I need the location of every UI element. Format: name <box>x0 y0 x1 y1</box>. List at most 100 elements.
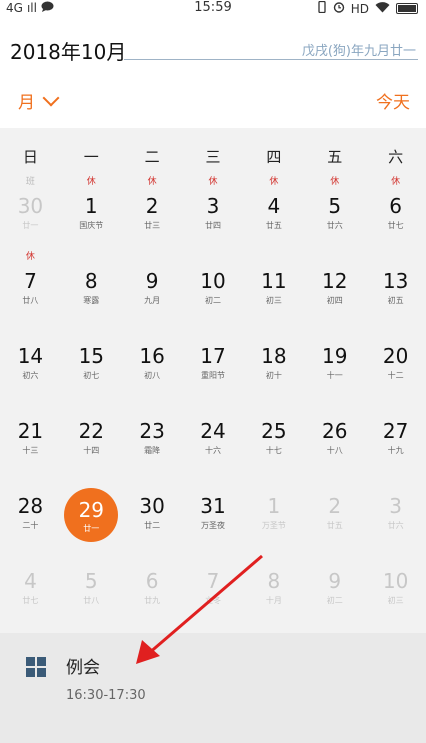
calendar-day[interactable]: 13 初五 <box>365 243 426 318</box>
calendar-day[interactable]: 休 2 廿三 <box>122 168 183 243</box>
calendar-day[interactable]: 10 初二 <box>183 243 244 318</box>
calendar-week-row: 21 十三 22 十四 23 霜降 24 十六 25 十七 26 十八 27 十九 <box>0 393 426 468</box>
day-number: 4 <box>24 569 37 593</box>
lunar-day: 重阳节 <box>201 371 225 380</box>
day-number: 6 <box>389 194 402 218</box>
calendar-day[interactable]: 7 立冬 <box>183 543 244 618</box>
lunar-day: 廿八 <box>22 296 39 305</box>
calendar-day[interactable]: 20 十二 <box>365 318 426 393</box>
calendar-day[interactable]: 23 霜降 <box>122 393 183 468</box>
lunar-day: 廿一 <box>22 221 39 230</box>
header-divider <box>124 59 418 60</box>
lunar-day: 二十 <box>22 521 39 530</box>
day-number: 31 <box>200 494 226 518</box>
calendar-header: 2018年10月 戊戌(狗)年九月廿一 <box>0 28 426 72</box>
lunar-day: 廿九 <box>144 596 161 605</box>
lunar-day: 初四 <box>326 296 343 305</box>
lunar-day: 初五 <box>387 296 404 305</box>
lunar-day: 国庆节 <box>79 221 104 230</box>
lunar-day: 廿六 <box>387 521 404 530</box>
view-mode-label: 月 <box>18 93 35 113</box>
day-number: 22 <box>78 419 105 443</box>
calendar-day[interactable]: 休 7 廿八 <box>0 243 61 318</box>
event-title[interactable]: 例会 <box>66 653 100 678</box>
calendar-day[interactable]: 22 十四 <box>61 393 122 468</box>
weekday-label: 四 <box>266 148 282 166</box>
calendar-day[interactable]: 休 3 廿四 <box>183 168 244 243</box>
alarm-icon <box>333 1 345 16</box>
calendar-day[interactable]: 17 重阳节 <box>183 318 244 393</box>
calendar-week-row: 班 30 廿一 休 1 国庆节 休 2 廿三 休 3 廿四 休 4 廿五 休 5 廿六 休 6 廿七 <box>0 168 426 243</box>
chevron-down-icon <box>42 89 60 106</box>
calendar-day-selected[interactable]: 29 廿一 <box>61 468 122 543</box>
calendar-day[interactable]: 休 4 廿五 <box>243 168 304 243</box>
battery-icon <box>396 3 418 14</box>
grid-icon[interactable] <box>26 657 46 677</box>
weekday-header: 日一二三四五六 <box>0 146 426 167</box>
calendar-week-row: 4 廿七 5 廿八 6 廿九 7 立冬 8 十月 9 初二 10 初三 <box>0 543 426 618</box>
day-number: 16 <box>139 344 165 368</box>
day-number: 5 <box>84 569 98 593</box>
calendar-day[interactable]: 19 十一 <box>304 318 365 393</box>
calendar-day[interactable]: 休 5 廿六 <box>304 168 365 243</box>
calendar-day[interactable]: 8 寒露 <box>61 243 122 318</box>
calendar-day[interactable]: 5 廿八 <box>61 543 122 618</box>
day-number: 7 <box>206 569 220 593</box>
calendar-day[interactable]: 25 十七 <box>243 393 304 468</box>
calendar-day[interactable]: 班 30 廿一 <box>0 168 61 243</box>
day-number: 4 <box>267 194 281 218</box>
calendar-day[interactable]: 26 十八 <box>304 393 365 468</box>
calendar-day[interactable]: 16 初八 <box>122 318 183 393</box>
calendar-day[interactable]: 30 廿二 <box>122 468 183 543</box>
holiday-badge: 休 <box>208 177 218 187</box>
lunar-day: 廿五 <box>326 521 343 530</box>
status-bar: 4G ıll 15:59 HD <box>0 0 426 16</box>
weekday-label: 六 <box>388 148 404 166</box>
day-number: 8 <box>84 269 98 293</box>
calendar-day[interactable]: 8 十月 <box>243 543 304 618</box>
day-number: 2 <box>328 494 342 518</box>
calendar-day[interactable]: 1 万圣节 <box>243 468 304 543</box>
month-calendar: 日一二三四五六 班 30 廿一休 1 国庆节休 2 廿三休 3 廿四休 4 廿五休 5 廿六休 6 廿七休 7… <box>0 128 426 633</box>
calendar-day[interactable]: 休 1 国庆节 <box>61 168 122 243</box>
lunar-day: 廿七 <box>387 221 404 230</box>
day-number: 8 <box>267 569 281 593</box>
calendar-day[interactable]: 18 初十 <box>243 318 304 393</box>
calendar-day[interactable]: 10 初三 <box>365 543 426 618</box>
calendar-day[interactable]: 14 初六 <box>0 318 61 393</box>
lunar-day: 廿四 <box>205 221 221 230</box>
calendar-day[interactable]: 27 十九 <box>365 393 426 468</box>
calendar-day[interactable]: 12 初四 <box>304 243 365 318</box>
calendar-day[interactable]: 11 初三 <box>243 243 304 318</box>
holiday-badge: 休 <box>330 177 340 187</box>
day-number: 28 <box>17 494 44 518</box>
calendar-day[interactable]: 28 二十 <box>0 468 61 543</box>
calendar-day[interactable]: 21 十三 <box>0 393 61 468</box>
day-number: 1 <box>267 494 281 518</box>
view-bar: 月 今天 <box>0 82 426 122</box>
day-number: 17 <box>200 344 226 368</box>
calendar-day[interactable]: 3 廿六 <box>365 468 426 543</box>
view-mode-toggle[interactable]: 月 <box>18 88 60 113</box>
weekday-label: 五 <box>327 148 343 166</box>
month-title[interactable]: 2018年10月 <box>10 36 126 65</box>
day-number: 30 <box>17 194 44 218</box>
lunar-day: 十二 <box>387 371 404 380</box>
calendar-day[interactable]: 6 廿九 <box>122 543 183 618</box>
calendar-day[interactable]: 9 九月 <box>122 243 183 318</box>
today-button[interactable]: 今天 <box>376 88 410 113</box>
day-number: 23 <box>139 419 165 443</box>
day-number: 10 <box>200 269 226 293</box>
calendar-day[interactable]: 15 初七 <box>61 318 122 393</box>
calendar-day[interactable]: 31 万圣夜 <box>183 468 244 543</box>
calendar-day[interactable]: 9 初二 <box>304 543 365 618</box>
calendar-day[interactable]: 24 十六 <box>183 393 244 468</box>
day-number: 13 <box>382 269 409 293</box>
calendar-week-row: 28 二十 29 廿一 30 廿二 31 万圣夜 1 万圣节 2 廿五 3 廿六 <box>0 468 426 543</box>
calendar-day[interactable]: 休 6 廿七 <box>365 168 426 243</box>
calendar-day[interactable]: 4 廿七 <box>0 543 61 618</box>
holiday-badge: 休 <box>147 177 157 187</box>
calendar-day[interactable]: 2 廿五 <box>304 468 365 543</box>
day-number: 3 <box>206 194 220 218</box>
day-number: 6 <box>145 569 159 593</box>
